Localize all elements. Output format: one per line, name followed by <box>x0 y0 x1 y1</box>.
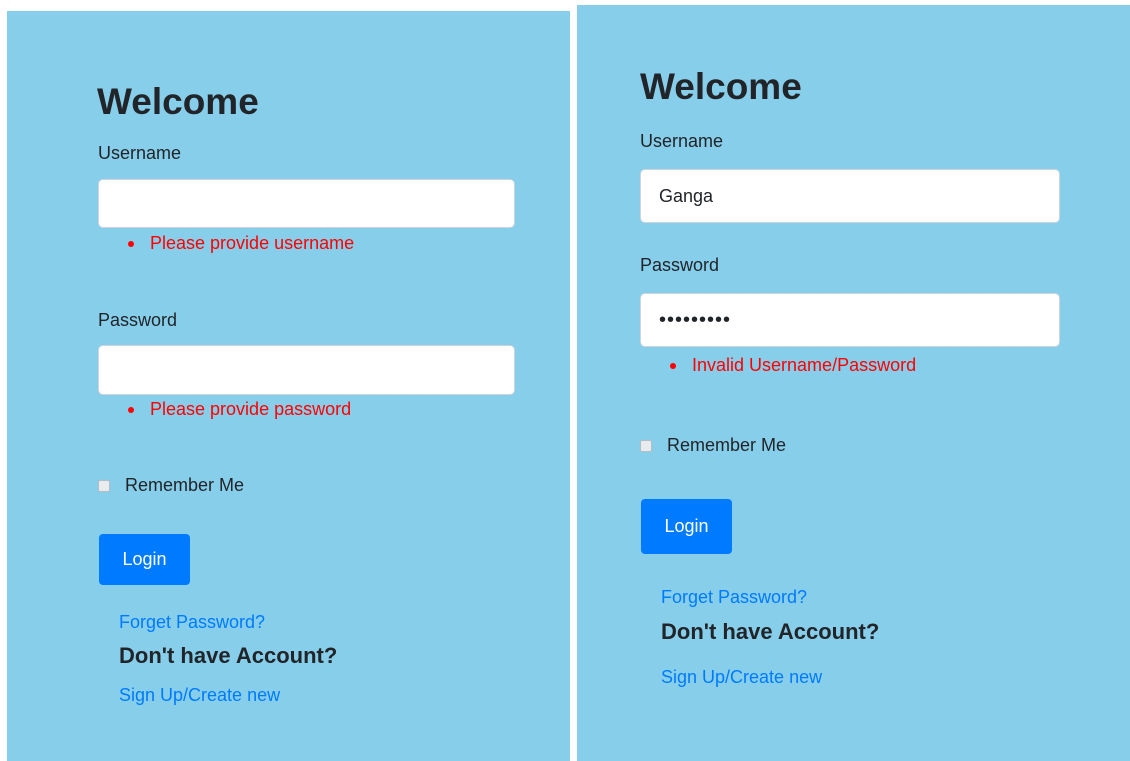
username-input[interactable]: Ganga <box>640 169 1060 223</box>
login-error: Invalid Username/Password <box>670 355 916 376</box>
remember-me-label[interactable]: Remember Me <box>125 475 244 496</box>
remember-me-label[interactable]: Remember Me <box>667 435 786 456</box>
login-button[interactable]: Login <box>641 499 732 554</box>
bullet-icon <box>128 240 134 247</box>
signup-link[interactable]: Sign Up/Create new <box>661 667 822 688</box>
username-error-text: Please provide username <box>150 233 355 253</box>
remember-me-row[interactable]: Remember Me <box>98 475 244 496</box>
bullet-icon <box>128 406 134 413</box>
login-error-text: Invalid Username/Password <box>692 355 917 375</box>
bullet-icon <box>670 362 676 369</box>
page-title: Welcome <box>640 66 802 107</box>
login-panel-left: Welcome Username Please provide username… <box>7 11 570 761</box>
login-button[interactable]: Login <box>99 534 190 585</box>
password-label: Password <box>98 310 178 330</box>
login-panel-right: Welcome Username Ganga Password ••••••••… <box>577 5 1130 761</box>
password-label: Password <box>640 255 720 275</box>
forgot-password-link[interactable]: Forget Password? <box>119 612 265 633</box>
remember-me-checkbox[interactable] <box>640 439 652 452</box>
remember-me-checkbox[interactable] <box>98 479 110 492</box>
remember-me-row[interactable]: Remember Me <box>640 435 786 456</box>
signup-link[interactable]: Sign Up/Create new <box>119 685 280 706</box>
password-input[interactable]: ••••••••• <box>640 293 1060 347</box>
password-error: Please provide password <box>128 399 351 420</box>
username-input[interactable] <box>98 179 515 228</box>
forgot-password-link[interactable]: Forget Password? <box>661 587 807 608</box>
password-input[interactable] <box>98 345 515 395</box>
username-label: Username <box>98 143 182 163</box>
no-account-heading: Don't have Account? <box>119 643 338 668</box>
no-account-heading: Don't have Account? <box>661 619 880 644</box>
password-error-text: Please provide password <box>150 399 352 419</box>
page-title: Welcome <box>97 81 259 122</box>
username-error: Please provide username <box>128 233 354 254</box>
username-label: Username <box>640 131 724 151</box>
